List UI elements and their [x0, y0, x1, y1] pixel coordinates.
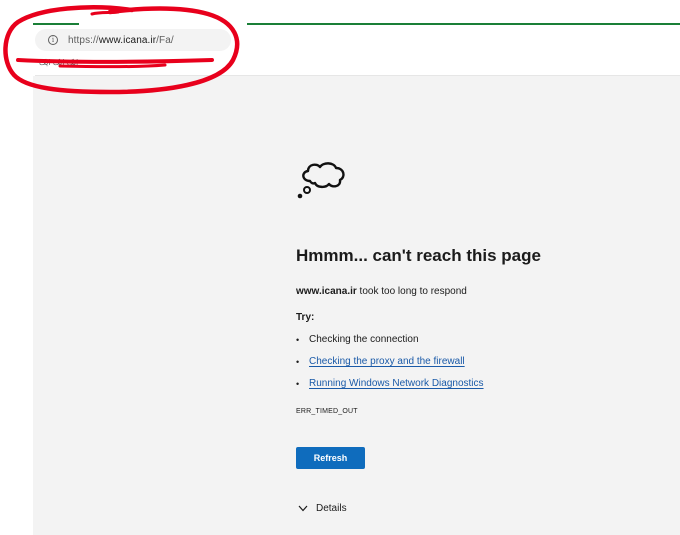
loading-progress-line-left — [33, 23, 79, 25]
favorites-item[interactable]: ایک ایک ایک — [39, 58, 78, 67]
details-label: Details — [316, 503, 347, 514]
try-label: Try: — [296, 312, 315, 323]
suggestion-check-proxy[interactable]: Checking the proxy and the firewall — [296, 354, 484, 376]
details-toggle[interactable]: Details — [298, 503, 347, 514]
info-icon[interactable]: i — [48, 35, 58, 45]
error-message: www.icana.ir took too long to respond — [296, 286, 467, 297]
refresh-button[interactable]: Refresh — [296, 447, 365, 469]
network-diagnostics-link[interactable]: Running Windows Network Diagnostics — [309, 378, 484, 389]
address-bar[interactable]: i https://www.icana.ir/Fa/ — [35, 29, 231, 51]
loading-progress-line-right — [247, 23, 680, 25]
page-title: Hmmm... can't reach this page — [296, 246, 541, 265]
suggestion-label: Checking the connection — [309, 334, 419, 345]
error-description: took too long to respond — [359, 286, 467, 297]
error-host: www.icana.ir — [296, 286, 357, 297]
suggestion-network-diagnostics[interactable]: Running Windows Network Diagnostics — [296, 376, 484, 398]
suggestion-check-connection: Checking the connection — [296, 332, 484, 354]
favorites-bar: ایک ایک ایک — [35, 52, 680, 76]
suggestion-list: Checking the connection Checking the pro… — [296, 332, 484, 398]
chevron-down-icon — [298, 505, 308, 512]
error-code: ERR_TIMED_OUT — [296, 408, 358, 415]
error-page-content: Hmmm... can't reach this page www.icana.… — [33, 76, 680, 535]
check-proxy-link[interactable]: Checking the proxy and the firewall — [309, 356, 465, 367]
url-scheme: https:// — [68, 34, 99, 46]
url-path: /Fa/ — [156, 34, 174, 46]
url-host: www.icana.ir — [98, 34, 157, 46]
url-text[interactable]: https://www.icana.ir/Fa/ — [68, 35, 174, 46]
cloud-thought-icon — [297, 162, 345, 199]
